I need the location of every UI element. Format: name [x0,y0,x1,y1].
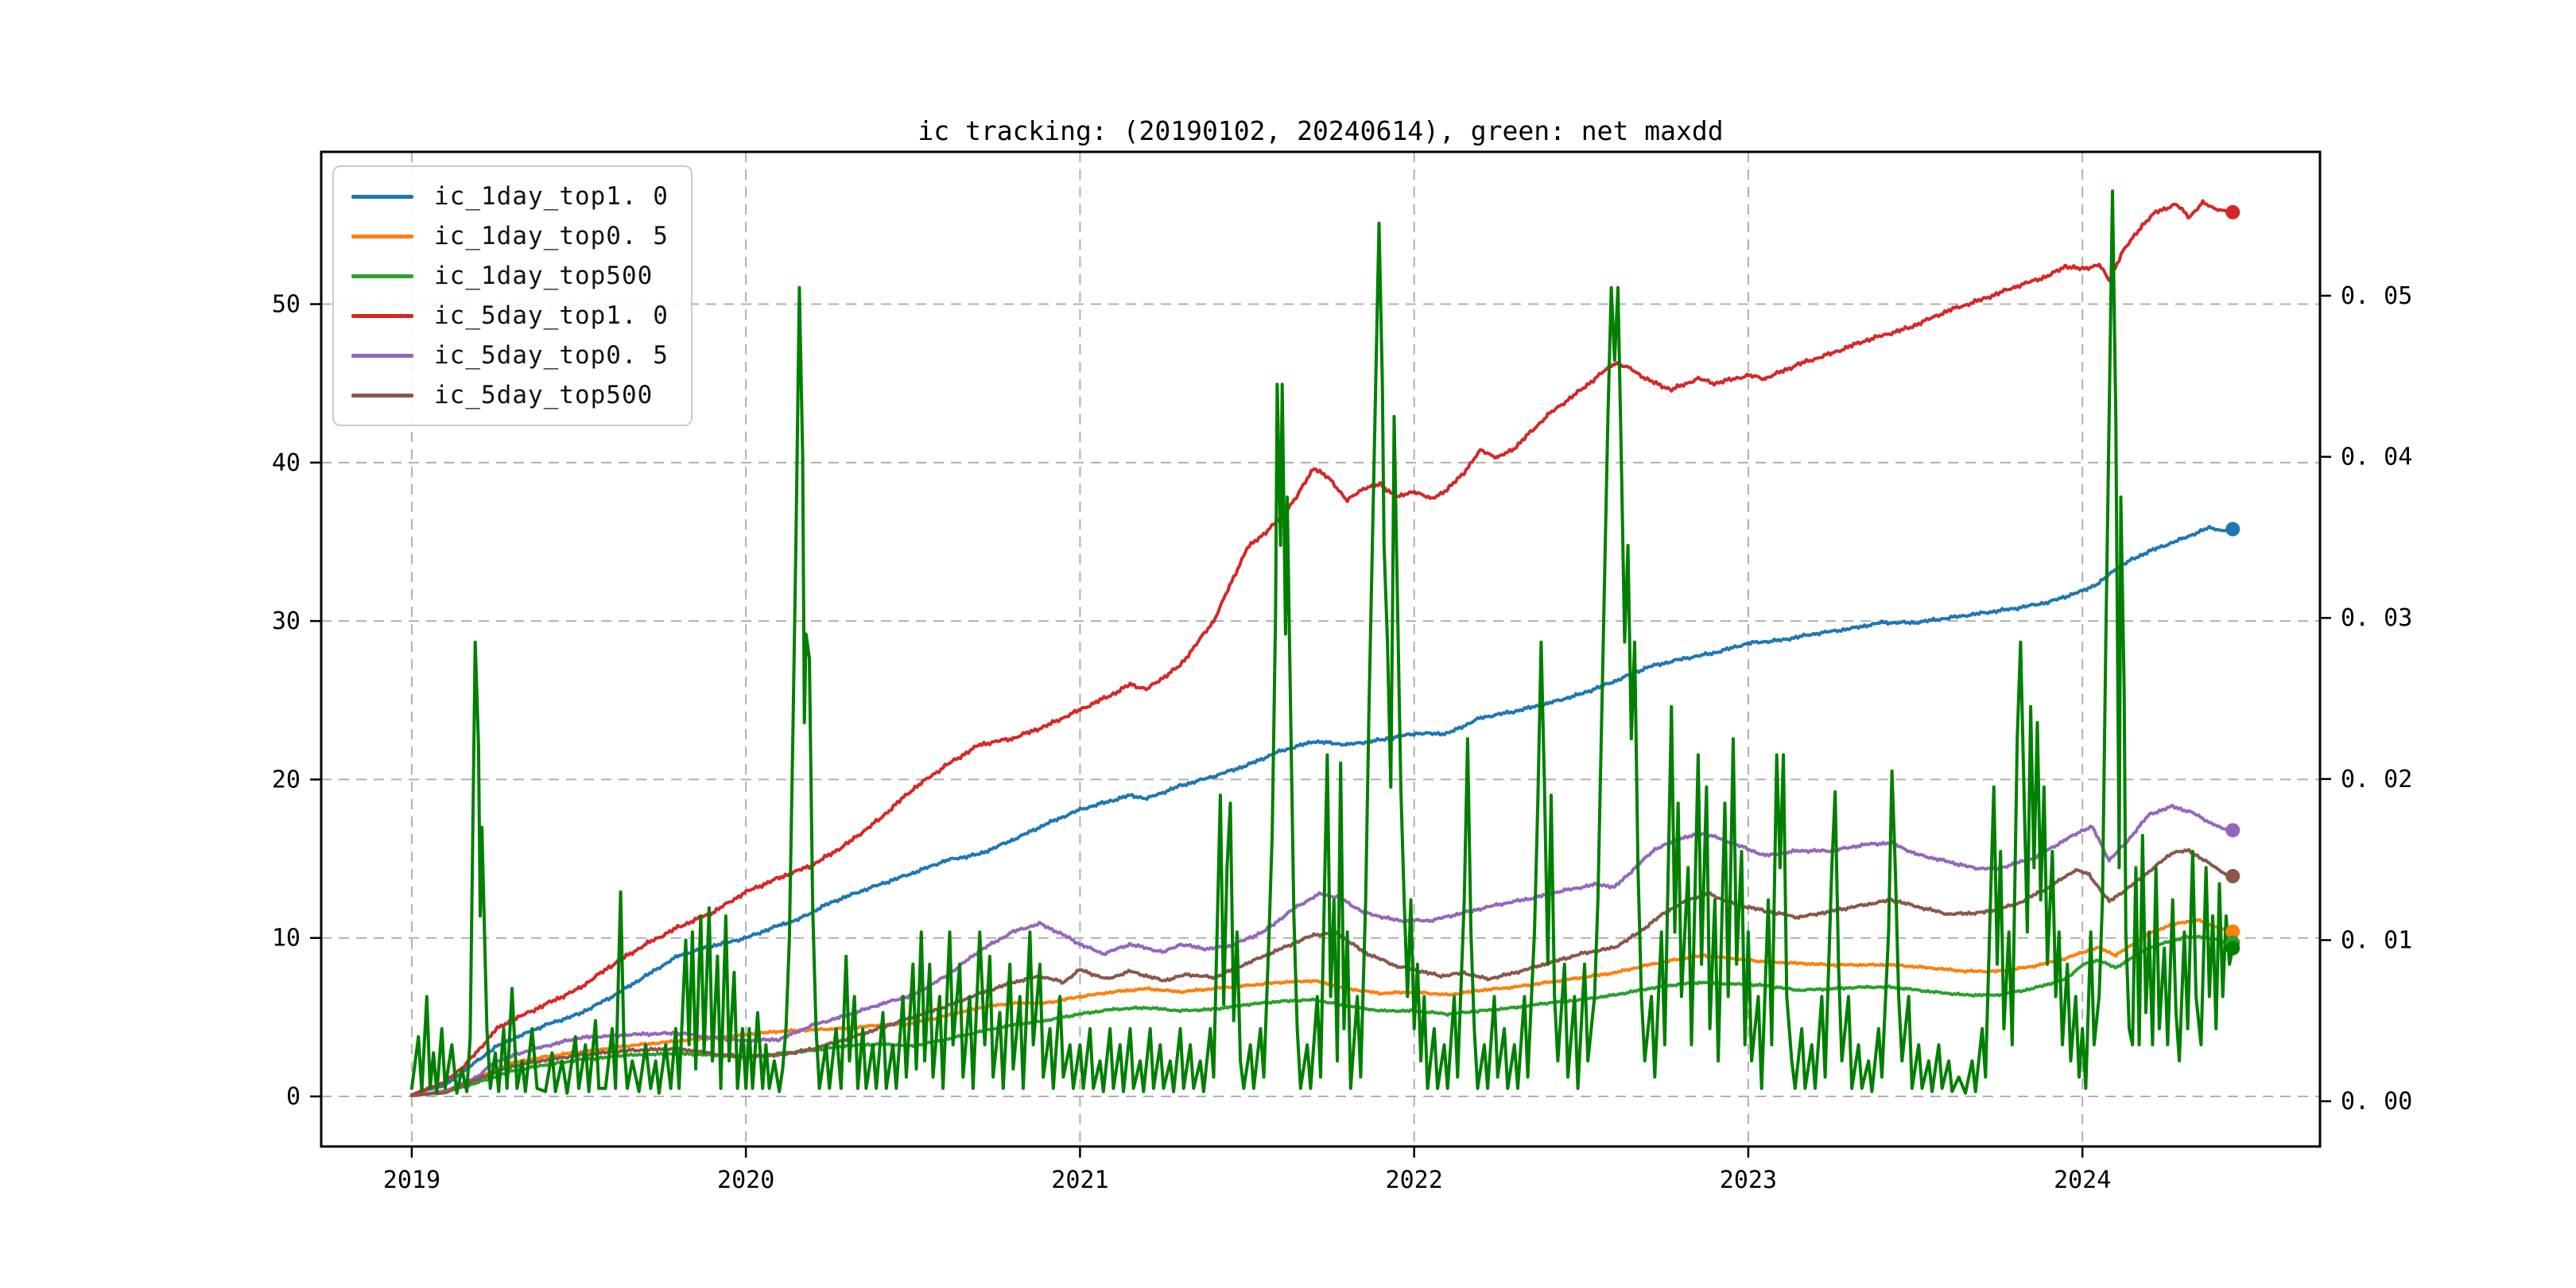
y-right-tick-label: 0. 05 [2341,282,2412,310]
figure: 2019 2020 2021 2022 2023 2024 0 10 20 30 40 50 0. 00… [0,0,2576,1288]
y-left-tick-label: 10 [272,925,301,952]
y-left-tick-label: 20 [272,766,301,793]
y-right-tick-label: 0. 02 [2341,766,2412,793]
series-net_maxdd-end-dot [2225,941,2240,956]
legend-item-ic_5day_top500: ic_5day_top500 [351,375,669,415]
legend-item-label: ic_5day_top0. 5 [434,341,669,370]
series-ic_5day_top0_5-end-dot [2225,823,2240,838]
x-tick-label: 2020 [717,1166,774,1194]
chart-title: ic tracking: (20190102, 20240614), green… [918,115,1723,146]
y-left-tick-label: 30 [272,607,301,635]
x-tick-label: 2024 [2054,1166,2111,1194]
legend-swatch-ic_5day_top500 [351,393,413,398]
legend-item-label: ic_1day_top500 [434,262,654,290]
legend-item-ic_1day_top0_5: ic_1day_top0. 5 [351,216,669,256]
x-tick-label: 2021 [1051,1166,1108,1194]
x-tick-label: 2022 [1386,1166,1443,1194]
legend-item-ic_5day_top0_5: ic_5day_top0. 5 [351,336,669,375]
legend-item-ic_5day_top1_0: ic_5day_top1. 0 [351,296,669,336]
x-tick-label: 2023 [1720,1166,1777,1194]
series-ic_5day_top500-end-dot [2225,869,2240,883]
legend-item-ic_1day_top500: ic_1day_top500 [351,256,669,296]
legend-swatch-ic_1day_top500 [351,274,413,278]
y-right-tick-label: 0. 00 [2341,1088,2412,1115]
series-ic_1day_top1_0-end-dot [2225,522,2240,537]
x-tick-label: 2019 [383,1166,440,1194]
y-left-tick-label: 50 [272,291,301,319]
y-left-tick-label: 0 [286,1083,301,1111]
y-right-tick-label: 0. 04 [2341,444,2412,471]
legend-item-label: ic_1day_top0. 5 [434,222,669,250]
legend-item-label: ic_1day_top1. 0 [434,182,669,211]
y-right-tick-label: 0. 03 [2341,604,2412,632]
legend-swatch-ic_1day_top1_0 [351,194,413,199]
legend-swatch-ic_5day_top0_5 [351,353,413,358]
legend-swatch-ic_5day_top1_0 [351,313,413,318]
legend: ic_1day_top1. 0 ic_1day_top0. 5 ic_1day_to… [332,165,692,426]
y-right-tick-label: 0. 01 [2341,926,2412,954]
legend-swatch-ic_1day_top0_5 [351,234,413,239]
legend-item-label: ic_5day_top500 [434,381,654,409]
legend-item-ic_1day_top1_0: ic_1day_top1. 0 [351,177,669,216]
y-left-tick-label: 40 [272,449,301,477]
end-dots-layer [2225,204,2240,956]
series-ic_5day_top1_0-end-dot [2225,204,2240,219]
legend-item-label: ic_5day_top1. 0 [434,301,669,330]
